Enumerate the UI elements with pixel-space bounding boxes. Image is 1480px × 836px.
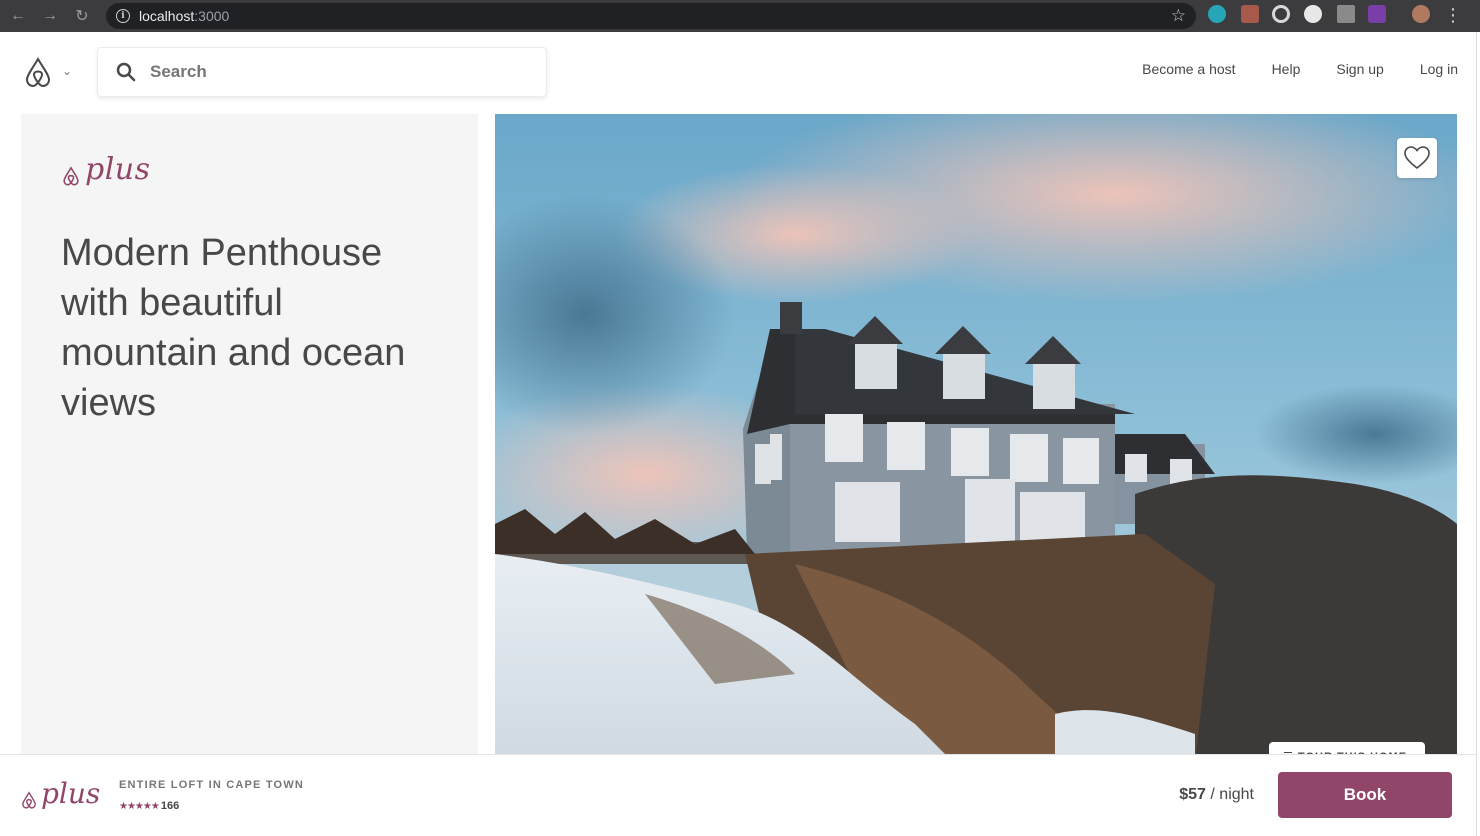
url-port: :3000 — [194, 8, 230, 24]
search-icon — [116, 62, 136, 82]
back-icon[interactable]: ← — [2, 0, 34, 32]
profile-avatar[interactable] — [1412, 5, 1430, 23]
browser-menu-icon[interactable]: ⋮ — [1444, 4, 1462, 26]
heart-icon — [1404, 146, 1430, 170]
page-scrollbar[interactable] — [1476, 32, 1480, 836]
price-unit: / night — [1210, 786, 1254, 803]
extension-icon-onenote[interactable] — [1368, 5, 1386, 23]
plus-wordmark: plus — [85, 152, 151, 187]
extension-icon-target[interactable] — [1272, 5, 1290, 23]
become-host-link[interactable]: Become a host — [1142, 61, 1235, 77]
info-icon[interactable]: i — [116, 9, 130, 23]
listing-info-panel: plus Modern Penthouse with beautiful mou… — [21, 114, 478, 764]
rating: ★★★★★ 166 — [119, 800, 179, 812]
url-host: localhost — [139, 8, 195, 24]
sign-up-link[interactable]: Sign up — [1336, 61, 1383, 77]
listing-type: ENTIRE LOFT IN CAPE TOWN — [119, 779, 305, 791]
search-bar[interactable] — [97, 47, 547, 97]
header-nav: Become a host Help Sign up Log in — [1142, 61, 1458, 77]
book-button[interactable]: Book — [1278, 772, 1452, 818]
search-input[interactable] — [150, 62, 530, 82]
extension-icon-teal[interactable] — [1208, 5, 1226, 23]
airbnb-logo-icon[interactable] — [22, 56, 54, 93]
site-header: ⌄ Become a host Help Sign up Log in — [0, 32, 1476, 110]
help-link[interactable]: Help — [1272, 61, 1301, 77]
review-count: 166 — [160, 800, 180, 812]
nightly-price: $57 / night — [1179, 786, 1254, 804]
listing-title: Modern Penthouse with beautiful mountain… — [61, 232, 406, 424]
house-photo — [495, 114, 1457, 764]
star-rating-icon: ★★★★★ — [119, 800, 160, 812]
chevron-down-icon[interactable]: ⌄ — [62, 64, 72, 78]
bookmark-star-icon[interactable]: ☆ — [1171, 6, 1186, 26]
extension-icon-image[interactable] — [1241, 5, 1259, 23]
extension-icon-dot[interactable] — [1304, 5, 1322, 23]
footer-plus-wordmark: plus — [41, 777, 101, 810]
airbnb-plus-logo-icon — [63, 166, 79, 186]
reload-icon[interactable]: ↻ — [66, 0, 98, 32]
price-amount: $57 — [1179, 786, 1206, 803]
forward-icon[interactable]: → — [34, 0, 66, 32]
plus-brand: plus — [61, 152, 151, 187]
footer-plus-brand: plus — [20, 777, 100, 810]
booking-bar: plus ENTIRE LOFT IN CAPE TOWN ★★★★★ 166 … — [0, 754, 1476, 836]
airbnb-plus-logo-icon — [22, 791, 36, 809]
browser-toolbar: ← → ↻ i localhost:3000 ☆ ⋮ — [0, 0, 1480, 32]
listing-hero-image[interactable]: ☰ TOUR THIS HOME — [495, 114, 1457, 764]
url-text: localhost:3000 — [139, 8, 229, 24]
extension-icon-square[interactable] — [1337, 5, 1355, 23]
save-to-wishlist-button[interactable] — [1397, 138, 1437, 178]
log-in-link[interactable]: Log in — [1420, 61, 1458, 77]
address-bar[interactable]: i localhost:3000 ☆ — [106, 3, 1196, 29]
